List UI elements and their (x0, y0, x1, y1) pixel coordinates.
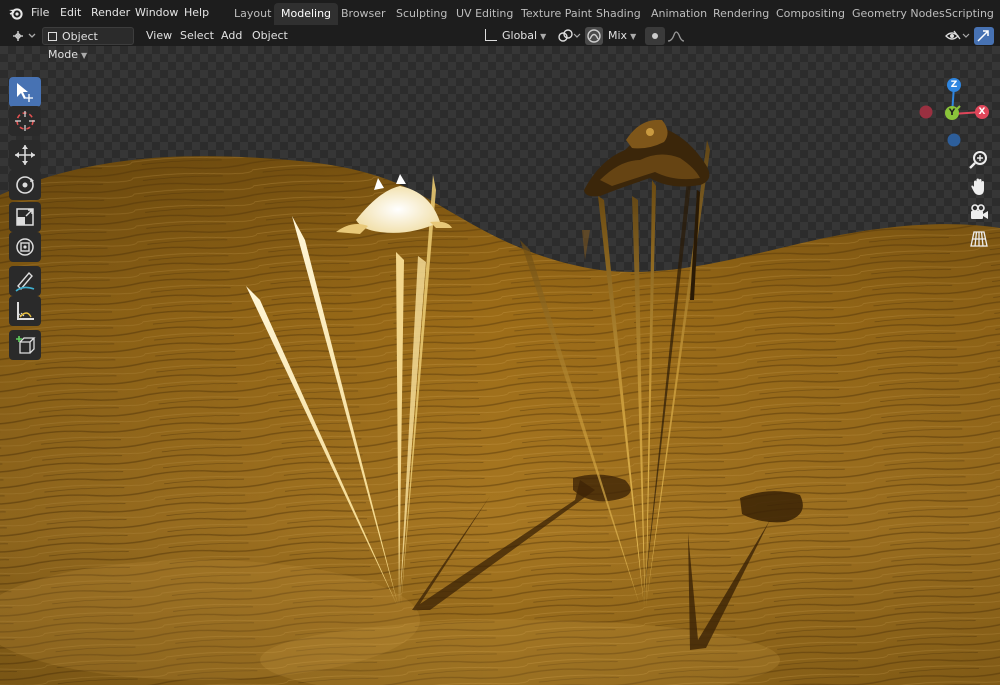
tool-select-box[interactable] (9, 77, 41, 107)
orientation-axis-icon (485, 29, 497, 41)
tab-browser[interactable]: Browser (334, 3, 393, 25)
tab-animation[interactable]: Animation (644, 3, 714, 25)
snap-curve-icon (667, 31, 685, 42)
pivot-point-dropdown[interactable] (556, 27, 582, 45)
scene-render (0, 119, 1000, 685)
gizmo-z-axis[interactable]: Z (947, 78, 961, 92)
blender-logo-icon[interactable] (8, 6, 24, 20)
gizmo-arrows-icon (977, 30, 989, 42)
proportional-editing-toggle[interactable] (585, 27, 603, 45)
header-menu-select[interactable]: Select (175, 27, 219, 45)
proportional-editing-icon (587, 29, 601, 43)
hand-pan-icon (971, 178, 984, 195)
tab-geometry-nodes[interactable]: Geometry Nodes (845, 3, 952, 25)
visibility-dropdown[interactable] (944, 27, 972, 45)
tab-compositing[interactable]: Compositing (769, 3, 852, 25)
tab-texture-paint[interactable]: Texture Paint (514, 3, 599, 25)
eye-selectability-icon (945, 30, 970, 40)
orientation-label: Global (502, 29, 538, 42)
tool-transform[interactable] (9, 232, 41, 262)
zoom-button[interactable] (968, 149, 990, 171)
3d-cursor-icon (15, 111, 35, 131)
camera-view-button[interactable] (968, 202, 990, 224)
tool-scale[interactable] (9, 202, 41, 232)
pan-button[interactable] (968, 176, 990, 198)
transform-icon (16, 238, 34, 256)
annotate-pen-icon (15, 271, 35, 292)
chevron-down-icon: ▼ (540, 32, 547, 41)
tab-modeling[interactable]: Modeling (274, 3, 339, 25)
editor-type-button[interactable] (10, 27, 38, 45)
tool-measure[interactable] (9, 296, 41, 326)
gizmo-y-axis[interactable]: Y (945, 106, 959, 120)
object-mode-icon (48, 32, 57, 41)
pivot-link-icon (558, 29, 581, 42)
gizmo-x-axis[interactable]: X (975, 105, 989, 119)
chevron-down-icon: ▼ (630, 32, 637, 41)
tab-uv-editing[interactable]: UV Editing (449, 3, 520, 25)
scale-icon (16, 208, 34, 226)
tab-layout[interactable]: Layout (227, 3, 278, 25)
tab-scripting[interactable]: Scripting (938, 3, 1000, 25)
add-cube-icon (16, 336, 36, 354)
select-cursor-icon (17, 83, 33, 102)
3d-viewport[interactable]: Z Y X (0, 46, 1000, 685)
move-icon (15, 145, 35, 165)
tool-rotate[interactable] (9, 170, 41, 200)
tab-shading[interactable]: Shading (589, 3, 648, 25)
perspective-toggle-button[interactable] (968, 228, 990, 250)
camera-icon (971, 204, 988, 219)
falloff-dropdown[interactable]: Mix ▼ (604, 27, 640, 45)
falloff-label: Mix (608, 29, 628, 42)
tab-rendering[interactable]: Rendering (706, 3, 776, 25)
tool-move[interactable] (9, 140, 41, 170)
zoom-magnifier-icon (969, 151, 987, 169)
header-menu-view[interactable]: View (141, 27, 177, 45)
header-menu-object[interactable]: Object (247, 27, 293, 45)
snap-curve-dropdown[interactable] (666, 27, 688, 45)
gizmo-toggle[interactable] (974, 27, 994, 45)
measure-ruler-icon (17, 302, 34, 320)
tab-sculpting[interactable]: Sculpting (389, 3, 454, 25)
mode-selector[interactable]: Object Mode ▼ (42, 27, 134, 61)
tool-cursor[interactable] (9, 106, 41, 136)
3d-viewport-editor-icon (13, 31, 36, 41)
snap-toggle[interactable] (645, 27, 665, 45)
transform-orientation-dropdown[interactable]: Global ▼ (481, 27, 550, 45)
menu-file[interactable]: File (24, 0, 56, 26)
viewport-header: Object Mode ▼ View Select Add Object Glob… (0, 26, 1000, 61)
snap-dot-icon (652, 33, 658, 39)
perspective-grid-icon (970, 231, 988, 247)
rotate-icon (16, 176, 34, 194)
tool-annotate[interactable] (9, 266, 41, 296)
tool-add-cube[interactable] (9, 330, 41, 360)
chevron-down-icon: ▼ (80, 51, 88, 60)
header-menu-add[interactable]: Add (216, 27, 247, 45)
top-menu-bar: File Edit Render Window Help Layout Mode… (0, 0, 1000, 26)
menu-help[interactable]: Help (177, 0, 216, 26)
